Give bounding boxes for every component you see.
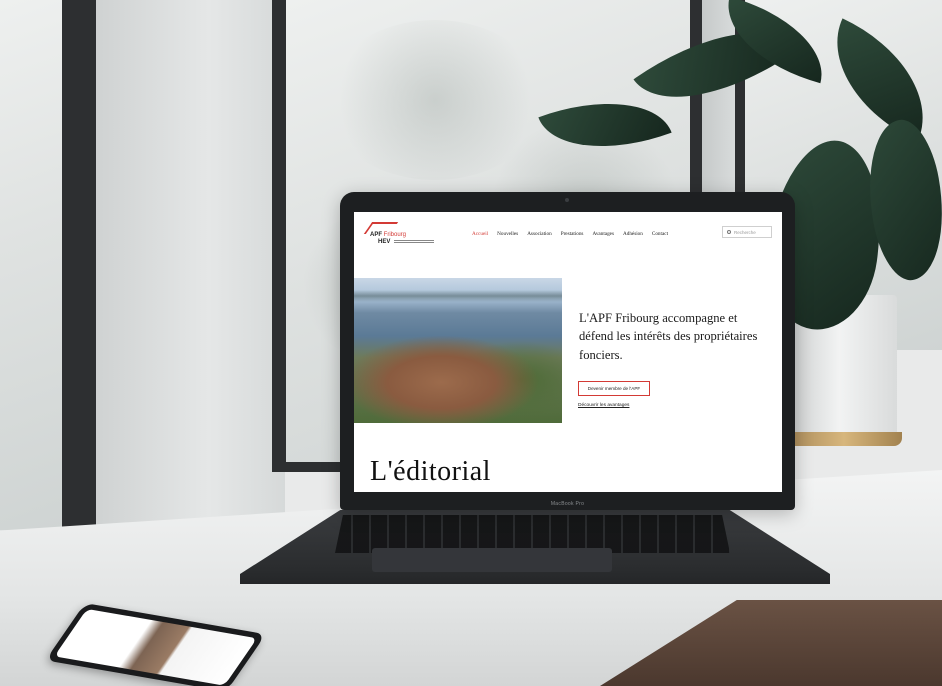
logo-subtext: HEV [378, 239, 391, 245]
nav-accueil[interactable]: Accueil [472, 231, 488, 237]
plant-pot-base [786, 432, 902, 446]
hero-title: L'APF Fribourg accompagne et défend les … [579, 311, 758, 362]
window-recess [95, 0, 285, 545]
discover-advantages-link[interactable]: Découvrir les avantages [578, 403, 629, 408]
window-frame [62, 0, 96, 540]
logo-text: APF Fribourg [370, 232, 407, 238]
hero-photo-hills [354, 278, 562, 308]
search-icon [727, 230, 731, 234]
nav-association[interactable]: Association [527, 231, 552, 237]
nav-nouvelles[interactable]: Nouvelles [497, 231, 518, 237]
photo-scene: APF Fribourg HEV Accueil Nouvelles Assoc… [0, 0, 942, 686]
laptop-model-label: MacBook Pro [550, 501, 585, 507]
search-input[interactable]: Recherche [722, 226, 772, 238]
nav-adhesion[interactable]: Adhésion [623, 231, 643, 237]
search-placeholder: Recherche [734, 229, 756, 235]
nav-prestations[interactable]: Prestations [561, 231, 584, 237]
laptop-screen: APF Fribourg HEV Accueil Nouvelles Assoc… [354, 212, 782, 492]
window-left [0, 0, 62, 530]
logo-tagline-lines [394, 239, 434, 243]
nav-contact[interactable]: Contact [652, 231, 668, 237]
site-header: APF Fribourg HEV Accueil Nouvelles Assoc… [354, 212, 782, 254]
laptop-trackpad [372, 548, 612, 572]
laptop-lid: APF Fribourg HEV Accueil Nouvelles Assoc… [340, 192, 795, 510]
site-logo[interactable]: APF Fribourg HEV [363, 222, 438, 246]
main-menu: Accueil Nouvelles Association Prestation… [472, 231, 668, 237]
window-frame [272, 0, 286, 470]
nav-avantages[interactable]: Avantages [592, 231, 614, 237]
editorial-heading: L'éditorial [370, 456, 491, 487]
camera-icon [565, 198, 569, 202]
become-member-button[interactable]: Devenir membre de l'APF [578, 381, 650, 396]
